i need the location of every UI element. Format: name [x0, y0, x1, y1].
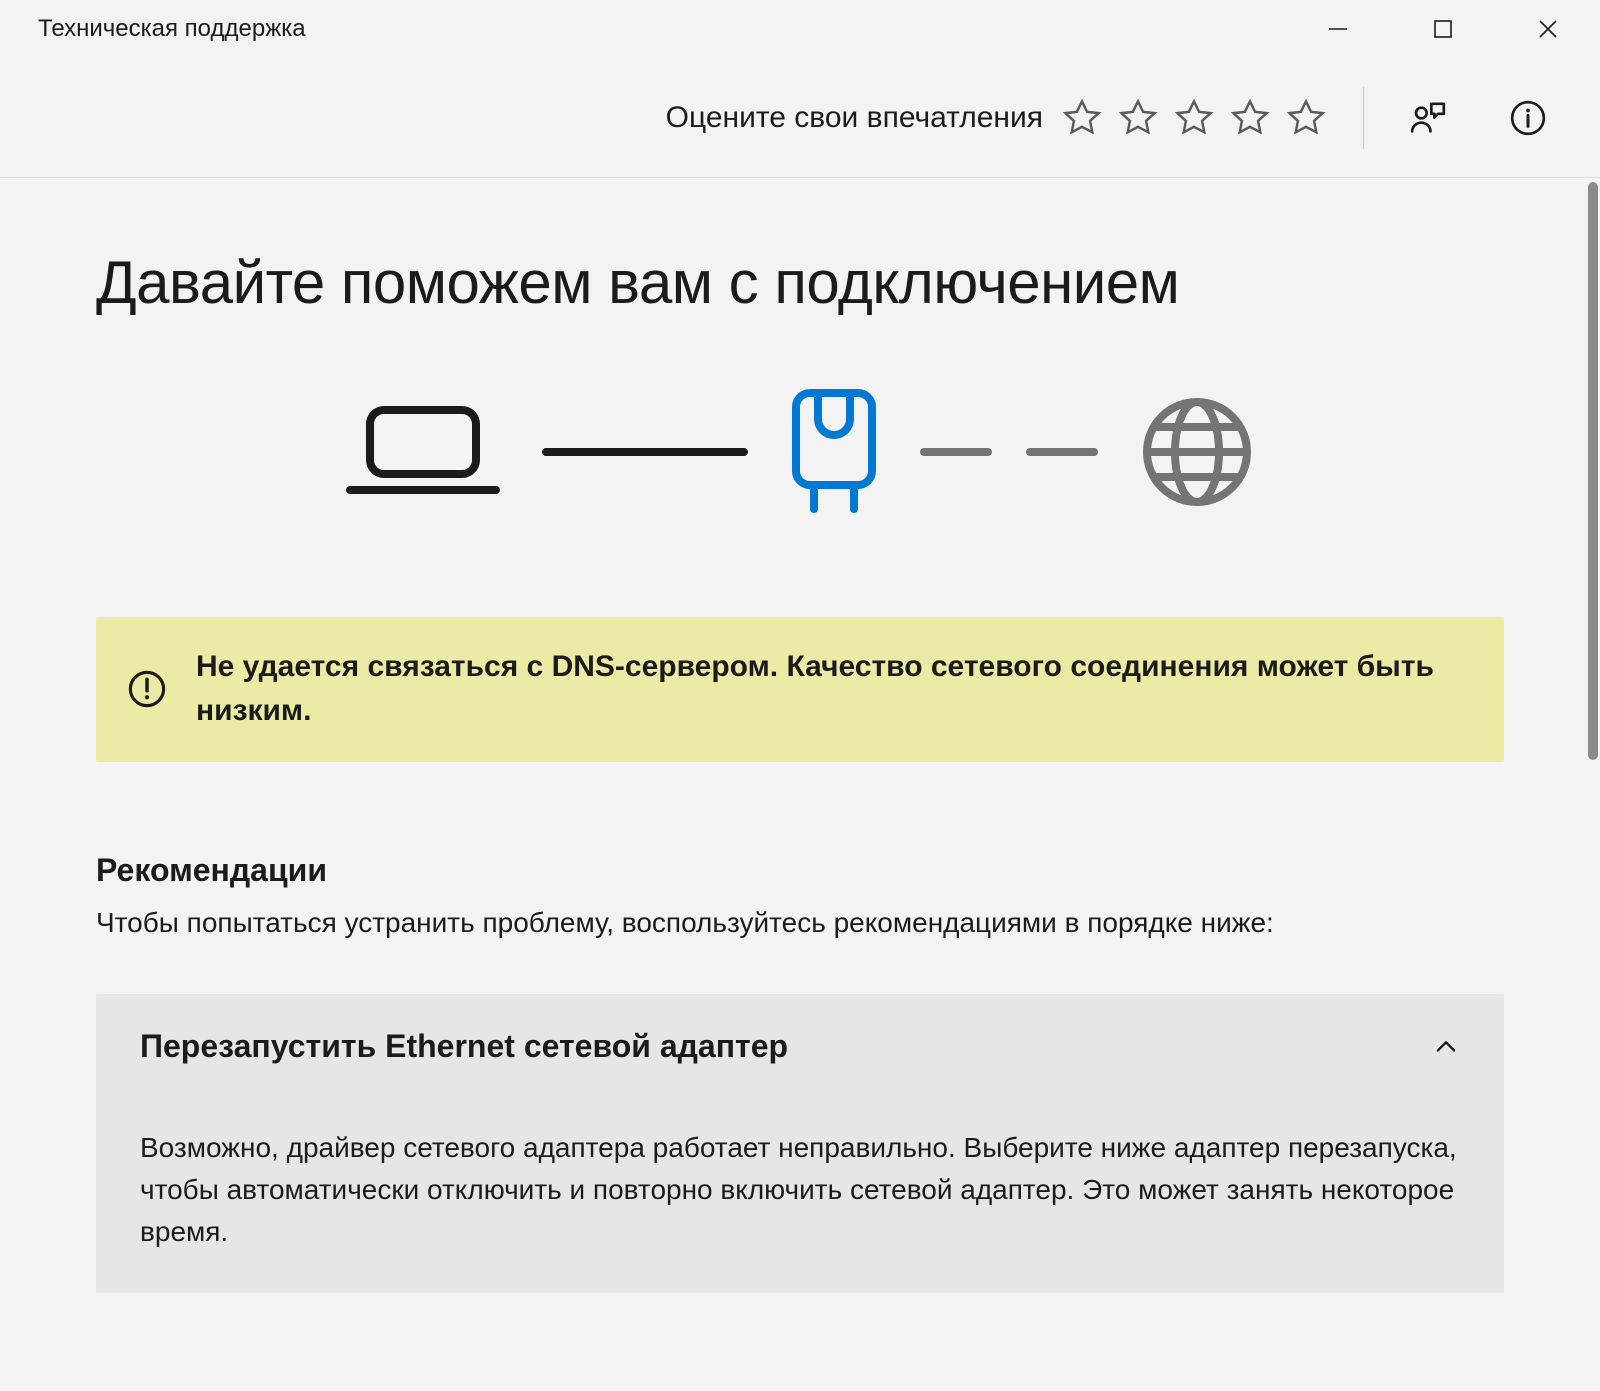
expander-body: Возможно, драйвер сетевого адаптера рабо…	[96, 1099, 1504, 1293]
expander-title: Перезапустить Ethernet сетевой адаптер	[140, 1028, 788, 1065]
page-title: Давайте поможем вам с подключением	[96, 248, 1504, 317]
rating-label: Оцените свои впечатления	[666, 101, 1043, 135]
expander-restart-adapter: Перезапустить Ethernet сетевой адаптер В…	[96, 994, 1504, 1293]
chevron-up-icon	[1432, 1033, 1460, 1061]
laptop-icon	[344, 402, 502, 502]
person-feedback-icon	[1408, 98, 1448, 138]
recommendations-heading: Рекомендации	[96, 852, 1504, 889]
titlebar: Техническая поддержка	[0, 0, 1600, 58]
expander-header[interactable]: Перезапустить Ethernet сетевой адаптер	[96, 994, 1504, 1099]
warning-message: Не удается связаться с DNS-сервером. Кач…	[196, 645, 1468, 732]
star-icon	[1061, 97, 1103, 139]
internet-node	[1138, 393, 1256, 511]
rating-star-4[interactable]	[1229, 97, 1271, 139]
rating-stars	[1061, 97, 1327, 139]
recommendations-subtext: Чтобы попытаться устранить проблему, вос…	[96, 903, 1504, 942]
rating-star-5[interactable]	[1285, 97, 1327, 139]
globe-icon	[1138, 393, 1256, 511]
laptop-node	[344, 402, 502, 502]
window-controls	[1285, 0, 1600, 58]
main-content: Давайте поможем вам с подключением	[0, 178, 1600, 1391]
star-icon	[1173, 97, 1215, 139]
star-icon	[1229, 97, 1271, 139]
star-icon	[1285, 97, 1327, 139]
rating-bar: Оцените свои впечатления	[0, 58, 1600, 178]
minimize-button[interactable]	[1285, 0, 1390, 58]
dash-line-icon	[1026, 448, 1098, 456]
segment-laptop-router	[542, 448, 748, 456]
warning-banner: Не удается связаться с DNS-сервером. Кач…	[96, 617, 1504, 762]
minimize-icon	[1328, 19, 1348, 39]
maximize-button[interactable]	[1390, 0, 1495, 58]
rating-star-3[interactable]	[1173, 97, 1215, 139]
info-icon	[1508, 98, 1548, 138]
router-icon	[788, 387, 880, 517]
toolbar-divider	[1363, 87, 1364, 149]
network-diagram	[96, 387, 1504, 517]
close-icon	[1538, 19, 1558, 39]
router-node	[788, 387, 880, 517]
content-wrapper: Давайте поможем вам с подключением	[0, 178, 1600, 1293]
rating-star-1[interactable]	[1061, 97, 1103, 139]
scrollbar-thumb[interactable]	[1588, 182, 1598, 760]
maximize-icon	[1433, 19, 1453, 39]
star-icon	[1117, 97, 1159, 139]
warning-icon	[126, 668, 168, 710]
dash-line-icon	[920, 448, 992, 456]
rating-star-2[interactable]	[1117, 97, 1159, 139]
vertical-scrollbar[interactable]	[1586, 182, 1600, 1387]
solid-line-icon	[542, 448, 748, 456]
segment-router-internet	[920, 448, 1098, 456]
close-button[interactable]	[1495, 0, 1600, 58]
feedback-button[interactable]	[1404, 94, 1452, 142]
window-title: Техническая поддержка	[38, 15, 306, 43]
info-button[interactable]	[1504, 94, 1552, 142]
